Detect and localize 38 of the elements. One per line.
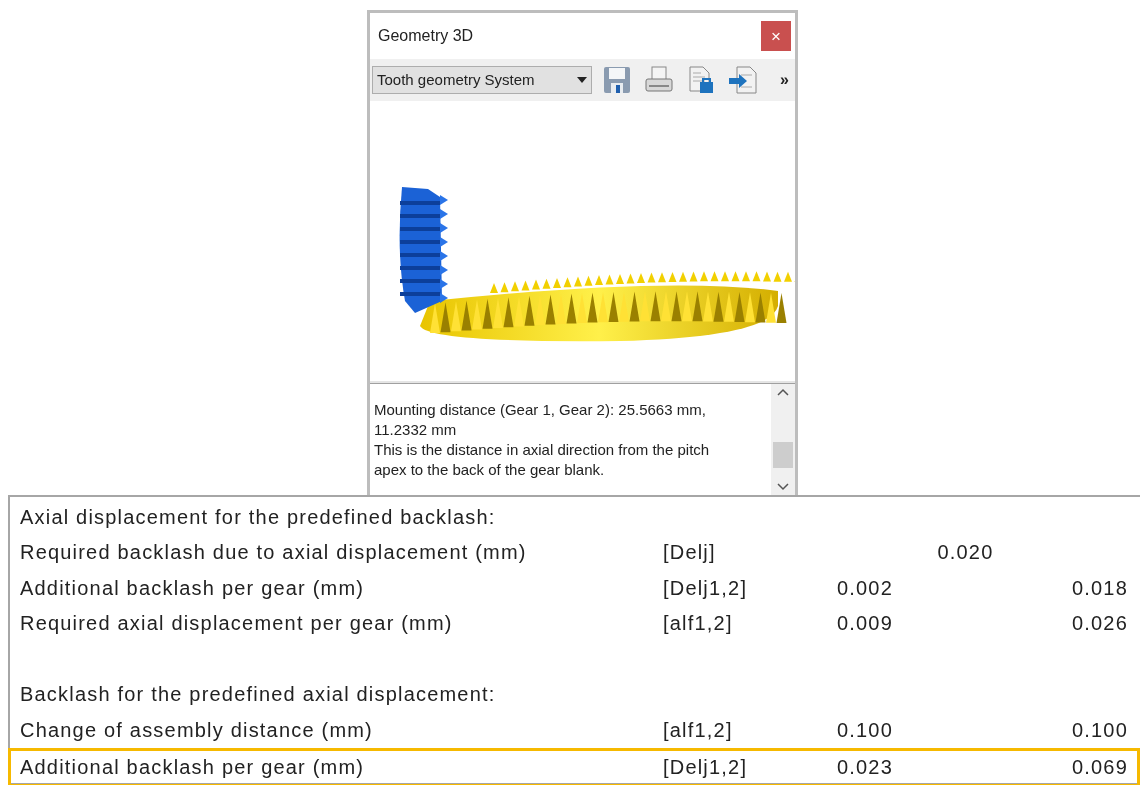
value-cell-text: 0.009 xyxy=(835,611,893,637)
document-arrow-button[interactable] xyxy=(726,65,760,95)
close-button[interactable]: × xyxy=(761,21,791,51)
symbol-cell-text: [Delj1,2] xyxy=(663,755,749,780)
overflow-button[interactable]: » xyxy=(776,68,793,92)
scrollbar[interactable] xyxy=(771,384,795,495)
symbol-cell-text: [Delj1,2] xyxy=(663,575,749,601)
symbol-cell-text: [Delj] xyxy=(663,540,717,566)
document-arrow-icon xyxy=(728,65,758,95)
caret-icon xyxy=(577,77,587,83)
symbol-cell-text: [alf1,2] xyxy=(663,717,734,743)
scroll-thumb[interactable] xyxy=(773,441,793,468)
value-cell-text: 0.069 xyxy=(1070,755,1128,780)
symbol-cell-text: [alf1,2] xyxy=(663,611,734,637)
row-label: Required axial displacement per gear (mm) xyxy=(20,611,454,637)
row-label: Additional backlash per gear (mm) xyxy=(20,755,366,780)
printer-button[interactable] xyxy=(642,65,676,95)
printer-icon xyxy=(644,65,674,95)
value-cell-text: 0.026 xyxy=(1070,611,1128,637)
window-title: Geometry 3D xyxy=(378,26,474,46)
value-cell-text: 0.100 xyxy=(835,717,893,743)
info-text: This is the distance in axial direction from the pitch apex to the back of the gear blank. xyxy=(374,440,711,480)
value-cell-text: 0.100 xyxy=(1070,717,1128,743)
row-label: Additional backlash per gear (mm) xyxy=(20,575,366,601)
value-cell-text: 0.002 xyxy=(835,575,893,601)
section-heading: Backlash for the predefined axial displacement: xyxy=(20,682,497,708)
scroll-up-icon[interactable] xyxy=(777,388,789,396)
row-label: Required backlash due to axial displacement (mm) xyxy=(20,540,528,566)
document-lock-icon xyxy=(686,65,716,95)
value-cell-text: 0.018 xyxy=(1070,575,1128,601)
section-heading: Axial displacement for the predefined backlash: xyxy=(20,504,497,530)
value-cell-text: 0.020 xyxy=(936,540,995,566)
save-icon xyxy=(602,65,632,95)
row-label: Change of assembly distance (mm) xyxy=(20,717,374,743)
value-cell-text: 0.023 xyxy=(835,755,893,780)
info-text: Mounting distance (Gear 1, Gear 2): 25.5663 mm, 11.2332 mm xyxy=(374,400,707,440)
scroll-down-icon[interactable] xyxy=(777,483,789,491)
geometry-dropdown[interactable]: Tooth geometry System xyxy=(372,66,592,94)
